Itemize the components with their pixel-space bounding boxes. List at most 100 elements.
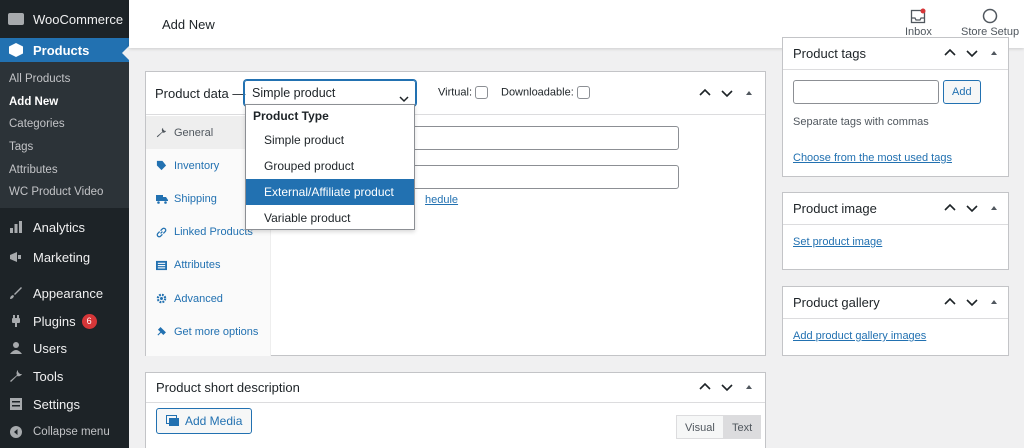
toggle-panel-icon[interactable] (743, 381, 755, 393)
sidebar-item-label: Marketing (33, 249, 91, 265)
move-down-icon[interactable] (966, 296, 978, 308)
list-icon (156, 260, 168, 271)
option-simple-product[interactable]: Simple product (246, 127, 414, 153)
option-grouped-product[interactable]: Grouped product (246, 153, 414, 179)
store-setup-button[interactable]: Store Setup (961, 8, 1019, 38)
submenu-wc-product-video[interactable]: WC Product Video (0, 181, 129, 204)
schedule-link[interactable]: hedule (425, 194, 458, 206)
product-tags-box: Product tags Add Separate tags with comm… (782, 37, 1009, 177)
megaphone-icon (7, 248, 25, 266)
products-icon (7, 41, 25, 59)
analytics-icon (7, 218, 25, 236)
progress-ring-icon (982, 8, 998, 24)
sidebar-item-settings[interactable]: Settings (0, 390, 129, 418)
new-tag-input[interactable] (793, 80, 939, 104)
product-data-label: Product data — (155, 85, 246, 101)
regular-price-input[interactable] (410, 126, 679, 150)
move-up-icon[interactable] (944, 47, 956, 59)
inbox-icon (910, 8, 926, 24)
inbox-button[interactable]: Inbox (905, 8, 932, 38)
tab-label: Advanced (174, 292, 223, 305)
plugins-update-badge: 6 (81, 313, 97, 329)
products-submenu: All Products Add New Categories Tags Att… (0, 62, 129, 209)
virtual-option[interactable]: Virtual: (438, 86, 489, 99)
move-up-icon[interactable] (944, 296, 956, 308)
tab-get-more-options[interactable]: Get more options (146, 315, 270, 348)
product-type-value: Simple product (252, 86, 336, 100)
set-product-image-link[interactable]: Set product image (793, 236, 882, 248)
short-description-box: Product short description Add Media Visu… (145, 372, 766, 448)
move-down-icon[interactable] (721, 381, 733, 393)
users-icon (7, 339, 25, 357)
submenu-tags[interactable]: Tags (0, 136, 129, 159)
sidebar-item-tools[interactable]: Tools (0, 362, 129, 390)
box-controls (944, 47, 1000, 59)
tag-icon (156, 160, 168, 171)
move-up-icon[interactable] (699, 381, 711, 393)
paintbrush-icon (7, 284, 25, 302)
box-controls (944, 202, 1000, 214)
product-type-select[interactable]: Simple product (244, 80, 416, 106)
sidebar-item-marketing[interactable]: Marketing (0, 242, 129, 272)
sidebar-item-users[interactable]: Users (0, 334, 129, 362)
sidebar-item-analytics[interactable]: Analytics (0, 212, 129, 242)
tab-visual[interactable]: Visual (676, 415, 724, 439)
submenu-all-products[interactable]: All Products (0, 68, 129, 91)
wrench-icon (7, 367, 25, 385)
downloadable-label: Downloadable: (501, 86, 574, 99)
box-title: Product gallery (793, 295, 880, 310)
toggle-panel-icon[interactable] (988, 296, 1000, 308)
tags-hint: Separate tags with commas (793, 116, 929, 128)
gear-icon (156, 293, 168, 304)
sidebar-item-label: Analytics (33, 219, 86, 235)
product-data-header: Product data — Simple product Virtual: D… (146, 72, 765, 115)
submenu-add-new[interactable]: Add New (0, 91, 129, 114)
choose-tags-link[interactable]: Choose from the most used tags (793, 152, 952, 164)
move-up-icon[interactable] (944, 202, 956, 214)
add-media-button[interactable]: Add Media (156, 408, 253, 434)
option-variable-product[interactable]: Variable product (246, 205, 414, 231)
option-external-affiliate-product[interactable]: External/Affiliate product (246, 179, 414, 205)
media-icon (166, 415, 180, 427)
sale-price-input[interactable] (410, 165, 679, 189)
add-tag-button[interactable]: Add (943, 80, 981, 104)
sidebar-item-woocommerce[interactable]: WooCommerce (0, 0, 129, 38)
woocommerce-icon (7, 10, 25, 28)
sidebar-item-label: Settings (33, 396, 80, 412)
toggle-panel-icon[interactable] (743, 87, 755, 99)
virtual-checkbox[interactable] (475, 86, 489, 99)
toggle-panel-icon[interactable] (988, 202, 1000, 214)
tab-attributes[interactable]: Attributes (146, 249, 270, 282)
sidebar-item-label: Appearance (33, 285, 104, 301)
box-header: Product gallery (783, 287, 1008, 319)
box-header: Product short description (146, 373, 765, 403)
tab-label: Linked Products (174, 226, 253, 239)
toggle-panel-icon[interactable] (988, 47, 1000, 59)
add-gallery-images-link[interactable]: Add product gallery images (793, 330, 926, 342)
downloadable-checkbox[interactable] (576, 86, 590, 99)
virtual-label: Virtual: (438, 86, 473, 99)
collapse-menu-button[interactable]: Collapse menu (0, 418, 129, 446)
submenu-categories[interactable]: Categories (0, 113, 129, 136)
wrench-icon (156, 127, 168, 138)
plug-icon (7, 312, 25, 330)
sidebar-item-plugins[interactable]: Plugins 6 (0, 308, 129, 334)
tab-text[interactable]: Text (723, 415, 762, 439)
downloadable-option[interactable]: Downloadable: (501, 86, 590, 99)
link-icon (156, 227, 168, 238)
tab-advanced[interactable]: Advanced (146, 282, 270, 315)
move-down-icon[interactable] (721, 87, 733, 99)
settings-icon (7, 395, 25, 413)
add-media-label: Add Media (185, 414, 243, 428)
submenu-attributes[interactable]: Attributes (0, 159, 129, 182)
move-up-icon[interactable] (699, 87, 711, 99)
sidebar-item-label: Collapse menu (33, 426, 110, 439)
move-down-icon[interactable] (966, 202, 978, 214)
move-down-icon[interactable] (966, 47, 978, 59)
sidebar-item-products[interactable]: Products (0, 38, 129, 62)
sidebar-item-appearance[interactable]: Appearance (0, 278, 129, 308)
product-type-dropdown: Product Type Simple product Grouped prod… (245, 104, 415, 230)
page-title: Add New (162, 17, 215, 32)
sidebar-item-label: Users (33, 340, 67, 356)
sidebar-item-label: Plugins (33, 313, 76, 329)
